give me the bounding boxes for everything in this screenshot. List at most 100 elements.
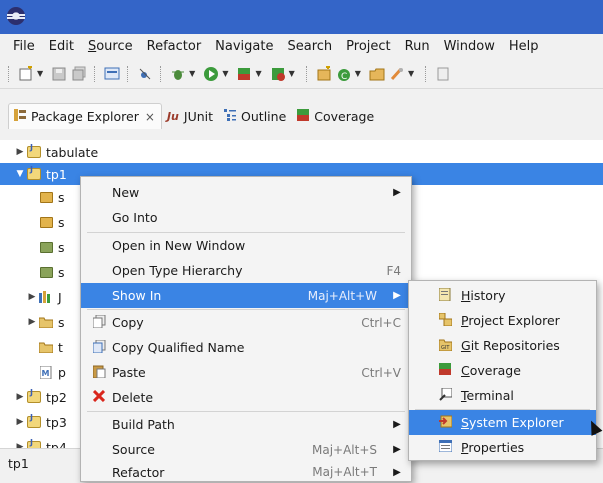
submenu-arrow-icon: ▶	[393, 419, 401, 430]
tab-outline[interactable]: Outline	[219, 103, 292, 129]
submenu-item-terminal[interactable]: Terminal	[409, 383, 596, 408]
menu-search[interactable]: Search	[280, 39, 339, 54]
tree-item-src-package[interactable]: s	[38, 236, 65, 258]
new-java-project-icon[interactable]	[315, 65, 333, 83]
menu-file[interactable]: File	[6, 39, 42, 54]
save-icon[interactable]	[50, 65, 68, 83]
window-titlebar[interactable]	[0, 0, 603, 34]
package-icon	[38, 190, 54, 204]
menu-item-open-in-new-window[interactable]: Open in New Window	[81, 233, 411, 258]
submenu-item-project-explorer[interactable]: Project Explorer	[409, 308, 596, 333]
run-icon[interactable]	[202, 65, 220, 83]
menu-navigate[interactable]: Navigate	[208, 39, 280, 54]
tree-item-src-package[interactable]: s	[38, 186, 65, 208]
menu-item-shortcut: Maj+Alt+W	[307, 288, 377, 303]
menu-item-go-into[interactable]: Go Into	[81, 205, 411, 230]
toolbar-grip[interactable]	[160, 65, 163, 82]
tree-item-tp2[interactable]: ▶ tp2	[14, 386, 67, 408]
tree-item-src-package[interactable]: s	[38, 261, 65, 283]
menu-help[interactable]: Help	[502, 39, 546, 54]
menu-item-label: Git Repositories	[461, 338, 560, 353]
git-icon: GIT	[437, 338, 453, 354]
open-type-icon[interactable]	[368, 65, 386, 83]
menu-item-copy-qualified-name[interactable]: Copy Qualified Name	[81, 335, 411, 360]
new-class-icon[interactable]: C	[335, 65, 353, 83]
coverage-dropdown-icon[interactable]: ▼	[255, 69, 261, 78]
menu-item-label: Refactor	[112, 464, 165, 480]
menu-item-source[interactable]: Source Maj+Alt+S ▶	[81, 437, 411, 462]
toolbar-grip[interactable]	[127, 65, 130, 82]
system-explorer-icon	[437, 415, 453, 431]
tree-item-src-package[interactable]: s	[38, 211, 65, 233]
expand-arrow-icon[interactable]: ▶	[14, 417, 26, 427]
menu-item-open-type-hierarchy[interactable]: Open Type Hierarchy F4	[81, 258, 411, 283]
collapse-arrow-icon[interactable]: ▼	[14, 169, 26, 179]
menu-item-copy[interactable]: Copy Ctrl+C	[81, 310, 411, 335]
run-dropdown-icon[interactable]: ▼	[222, 69, 228, 78]
tree-item-file[interactable]: M p	[38, 361, 66, 383]
annotation-icon[interactable]	[434, 65, 452, 83]
tree-item-tp3[interactable]: ▶ tp3	[14, 411, 67, 433]
tree-item-label: p	[58, 364, 66, 380]
debug-dropdown-icon[interactable]: ▼	[189, 69, 195, 78]
copy-qualified-icon	[91, 339, 107, 356]
submenu-item-properties[interactable]: Properties	[409, 435, 596, 460]
menu-source[interactable]: Source	[81, 39, 140, 54]
skip-breakpoints-icon[interactable]	[136, 65, 154, 83]
outline-icon	[223, 108, 237, 124]
new-icon[interactable]	[17, 65, 35, 83]
new-class-dropdown-icon[interactable]: ▼	[355, 69, 361, 78]
menu-item-refactor[interactable]: Refactor Maj+Alt+T ▶	[81, 462, 411, 482]
menu-project[interactable]: Project	[339, 39, 397, 54]
tree-item-label: tabulate	[46, 144, 99, 160]
expand-arrow-icon[interactable]: ▶	[26, 292, 38, 302]
expand-arrow-icon[interactable]: ▶	[14, 392, 26, 402]
toolbar-grip[interactable]	[8, 65, 11, 82]
console-icon[interactable]	[103, 65, 121, 83]
status-text: tp1	[8, 456, 29, 471]
tree-item-folder[interactable]: ▶ s	[26, 311, 65, 333]
toolbar-grip[interactable]	[425, 65, 428, 82]
menu-run[interactable]: Run	[398, 39, 437, 54]
submenu-item-system-explorer[interactable]: System Explorer	[409, 410, 596, 435]
menu-item-paste[interactable]: Paste Ctrl+V	[81, 360, 411, 385]
submenu-item-coverage[interactable]: Coverage	[409, 358, 596, 383]
menu-window[interactable]: Window	[437, 39, 502, 54]
tab-junit-label: JUnit	[183, 108, 214, 124]
expand-arrow-icon[interactable]: ▶	[26, 317, 38, 327]
new-dropdown-icon[interactable]: ▼	[37, 69, 43, 78]
submenu-item-history[interactable]: History	[409, 283, 596, 308]
external-tools-icon[interactable]	[269, 65, 287, 83]
external-tools-dropdown-icon[interactable]: ▼	[289, 69, 295, 78]
search-icon[interactable]	[388, 65, 406, 83]
menu-item-new[interactable]: New ▶	[81, 180, 411, 205]
eclipse-logo-icon[interactable]	[7, 7, 25, 25]
main-toolbar: ▼ ▼ ▼ ▼ ▼ C ▼ ▼	[0, 59, 603, 89]
close-icon[interactable]: ×	[145, 110, 155, 124]
tree-item-label: J	[58, 289, 62, 305]
tree-item-tp4[interactable]: ▶ tp4	[14, 436, 67, 448]
toolbar-grip[interactable]	[305, 65, 309, 82]
debug-icon[interactable]	[169, 65, 187, 83]
menu-item-delete[interactable]: Delete	[81, 385, 411, 410]
tab-package-explorer[interactable]: Package Explorer ×	[8, 103, 162, 129]
tree-item-folder[interactable]: t	[38, 336, 63, 358]
tree-item-label: tp4	[46, 439, 67, 449]
tab-coverage[interactable]: Coverage	[292, 103, 380, 129]
menu-edit[interactable]: Edit	[42, 39, 81, 54]
menu-refactor[interactable]: Refactor	[140, 39, 209, 54]
toolbar-grip[interactable]	[94, 65, 97, 82]
search-dropdown-icon[interactable]: ▼	[408, 69, 414, 78]
expand-arrow-icon[interactable]: ▶	[14, 147, 26, 157]
tab-junit[interactable]: Ju JUnit	[162, 103, 219, 129]
tree-item-tabulate[interactable]: ▶ tabulate	[14, 141, 99, 163]
menu-item-show-in[interactable]: Show In Maj+Alt+W ▶	[81, 283, 411, 308]
package-icon	[38, 240, 54, 254]
menu-item-build-path[interactable]: Build Path ▶	[81, 412, 411, 437]
coverage-run-icon[interactable]	[235, 65, 253, 83]
menu-item-label: Paste	[112, 365, 146, 380]
tree-item-jre-library[interactable]: ▶ J	[26, 286, 62, 308]
submenu-item-git-repositories[interactable]: GIT Git Repositories	[409, 333, 596, 358]
save-all-icon[interactable]	[70, 65, 88, 83]
tab-coverage-label: Coverage	[314, 108, 375, 124]
